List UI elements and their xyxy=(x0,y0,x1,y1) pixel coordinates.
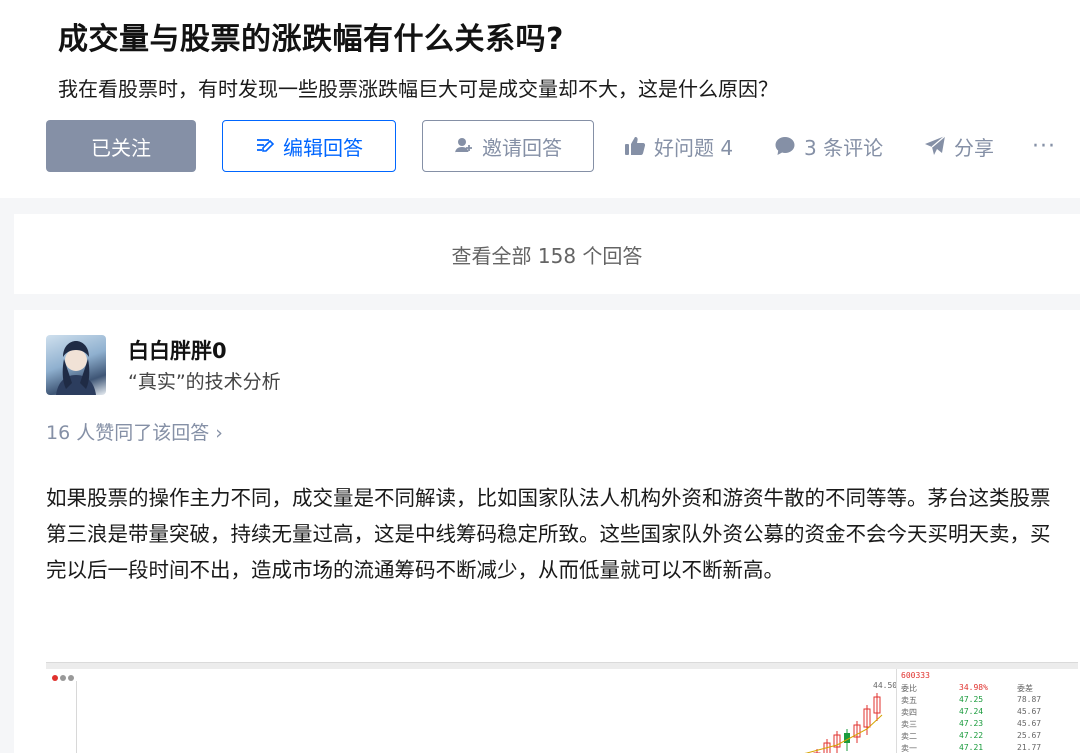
quote-row-label: 委比 xyxy=(901,684,917,693)
chart-plot-area: 44.50 xyxy=(76,681,897,753)
comment-bubble-icon xyxy=(774,135,796,157)
quote-row-price: 47.23 xyxy=(959,719,984,728)
avatar[interactable] xyxy=(46,335,106,395)
quote-row-label: 卖二 xyxy=(901,732,917,741)
vote-count-link[interactable]: 16 人赞同了该回答 › xyxy=(46,418,223,445)
quote-row-label: 卖四 xyxy=(901,708,917,717)
quote-row-volume: 25.67 xyxy=(1017,731,1042,740)
thumbs-up-icon xyxy=(624,135,646,157)
quote-row-price: 47.22 xyxy=(959,731,984,740)
avatar-image xyxy=(56,341,96,395)
answer-content: 如果股票的操作主力不同，成交量是不同解读，比如国家队法人机构外资和游资牛散的不同… xyxy=(46,480,1070,588)
more-options-label: ··· xyxy=(1032,133,1056,159)
view-all-answers-label: 查看全部 158 个回答 xyxy=(451,243,643,268)
quote-row-volume: 78.87 xyxy=(1017,695,1042,704)
view-all-answers-button[interactable]: 查看全部 158 个回答 xyxy=(14,214,1080,294)
followed-label: 已关注 xyxy=(91,135,151,160)
author-name[interactable]: 白白胖胖0 xyxy=(128,335,227,365)
comments-button[interactable]: 3 条评论 xyxy=(774,120,883,172)
quote-row-price: 34.98% xyxy=(959,683,988,692)
answer-card: 白白胖胖0 “真实”的技术分析 16 人赞同了该回答 › 如果股票的操作主力不同… xyxy=(14,310,1080,753)
share-label: 分享 xyxy=(954,135,994,160)
edit-answer-button[interactable]: 编辑回答 xyxy=(222,120,396,172)
quote-row-volume: 45.67 xyxy=(1017,707,1042,716)
quote-row: 卖三 47.23 45.67 xyxy=(901,719,1075,730)
question-description: 我在看股票时，有时发现一些股票涨跌幅巨大可是成交量却不大，这是什么原因？ xyxy=(58,77,778,101)
question-title: 成交量与股票的涨跌幅有什么关系吗? xyxy=(58,22,564,57)
quote-row: 卖一 47.21 21.77 xyxy=(901,743,1075,753)
invite-answer-button[interactable]: 邀请回答 xyxy=(422,120,594,172)
share-button[interactable]: 分享 xyxy=(924,120,994,172)
quote-row: 卖五 47.25 78.87 xyxy=(901,695,1075,706)
quote-row-label: 卖五 xyxy=(901,696,917,705)
paper-plane-icon xyxy=(924,135,946,157)
quote-row: 委比 34.98% 委差 xyxy=(901,683,1075,694)
candlestick-series xyxy=(804,693,883,753)
quote-row-label: 卖三 xyxy=(901,720,917,729)
good-question-label: 好问题 4 xyxy=(654,135,734,160)
quote-row-volume: 21.77 xyxy=(1017,743,1042,752)
edit-icon xyxy=(255,136,275,156)
comments-label: 3 条评论 xyxy=(804,135,884,160)
quote-row-volume: 45.67 xyxy=(1017,719,1042,728)
stock-chart-image: 44.50 600333 委比 34.98% 委差 卖五 47.25 78.87… xyxy=(46,662,1078,753)
good-question-button[interactable]: 好问题 4 xyxy=(624,120,733,172)
quote-row-price: 47.24 xyxy=(959,707,984,716)
quote-code: 600333 xyxy=(901,671,930,680)
more-options-button[interactable]: ··· xyxy=(1032,120,1056,172)
answer-paragraph: 如果股票的操作主力不同，成交量是不同解读，比如国家队法人机构外资和游资牛散的不同… xyxy=(46,486,1051,582)
order-book-panel: 600333 委比 34.98% 委差 卖五 47.25 78.87 卖四 47… xyxy=(896,669,1078,753)
invite-user-icon xyxy=(454,136,474,156)
followed-button[interactable]: 已关注 xyxy=(46,120,196,172)
quote-row-price: 47.21 xyxy=(959,743,984,752)
quote-header-row: 600333 xyxy=(901,671,1075,682)
chart-nav-icon xyxy=(52,675,74,681)
author-headline: “真实”的技术分析 xyxy=(128,371,281,393)
quote-row-label: 卖一 xyxy=(901,744,917,753)
quote-row-price: 47.25 xyxy=(959,695,984,704)
question-header: 成交量与股票的涨跌幅有什么关系吗? 我在看股票时，有时发现一些股票涨跌幅巨大可是… xyxy=(0,0,1080,198)
quote-row: 卖四 47.24 45.67 xyxy=(901,707,1075,718)
quote-row: 卖二 47.22 25.67 xyxy=(901,731,1075,742)
quote-row-volume: 委差 xyxy=(1017,684,1033,693)
invite-answer-label: 邀请回答 xyxy=(482,135,562,160)
edit-answer-label: 编辑回答 xyxy=(283,135,363,160)
